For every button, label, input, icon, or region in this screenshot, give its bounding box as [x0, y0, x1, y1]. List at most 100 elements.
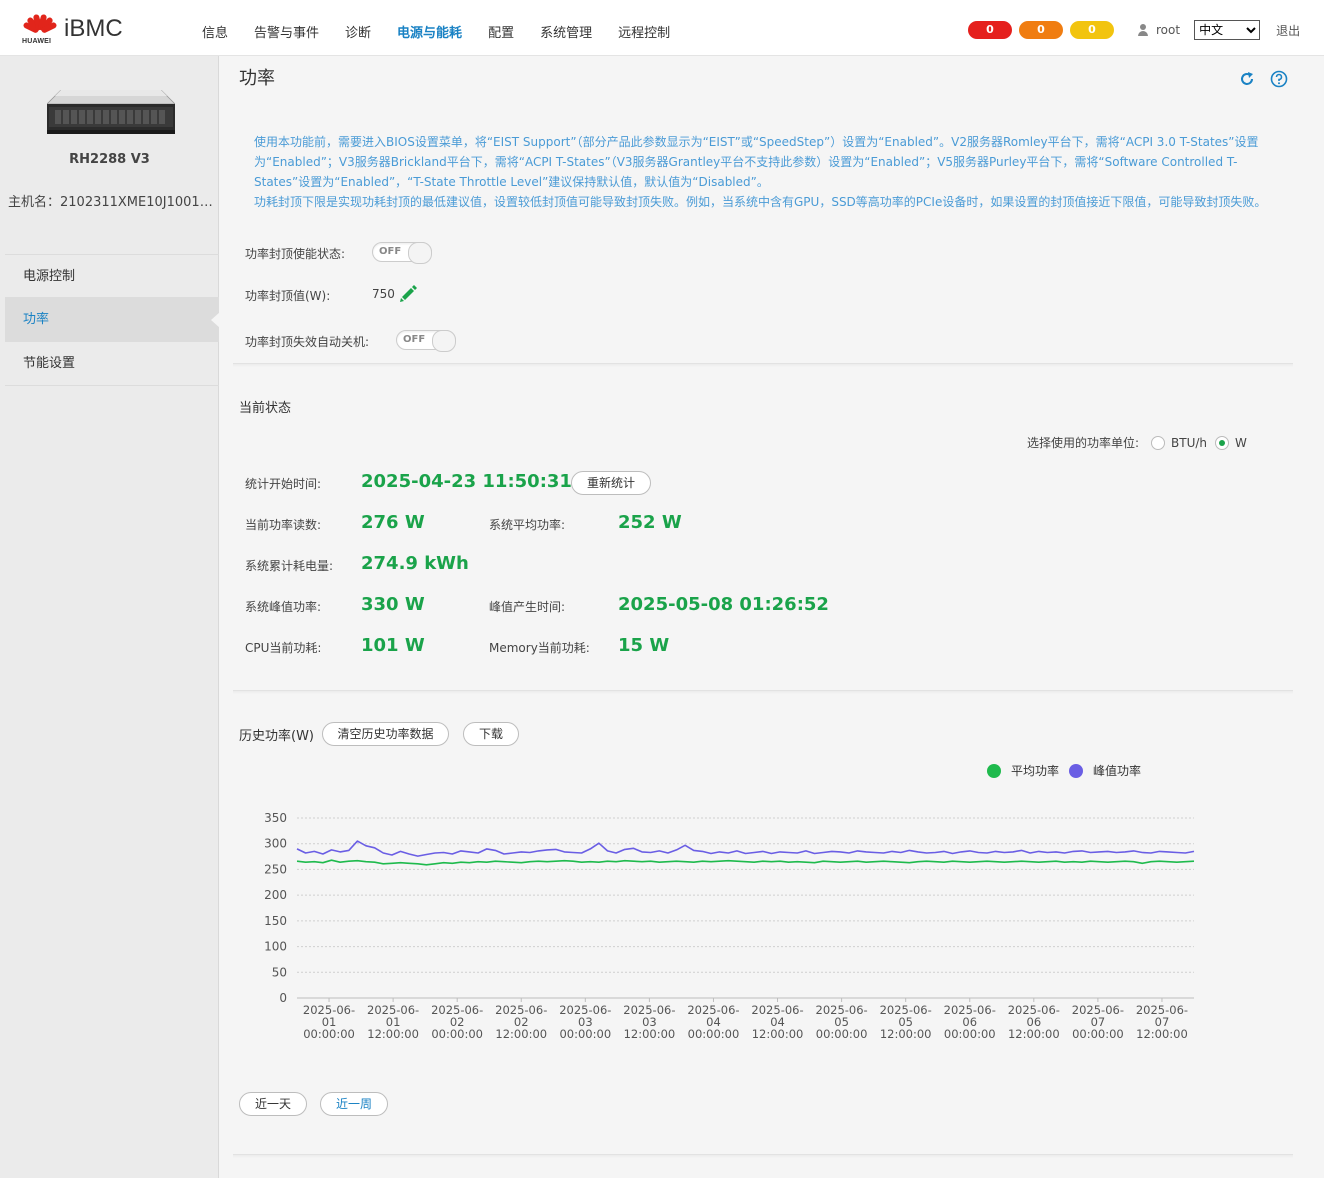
bios-notice-text: 使用本功能前，需要进入BIOS设置菜单，将“EIST Support”（部分产品… [254, 135, 1259, 189]
x-tick-label: 12:00:00 [1136, 1027, 1188, 1041]
nav-item-system[interactable]: 系统管理 [540, 22, 592, 41]
avg-power-label: 系统平均功率: [489, 518, 566, 532]
sidebar-item-energy-saving[interactable]: 节能设置 [5, 342, 219, 386]
section-divider [233, 363, 1293, 367]
capping-enable-toggle[interactable]: OFF [372, 242, 432, 264]
major-alarm-badge[interactable]: 0 [1019, 21, 1063, 39]
memory-power-value: 15 W [618, 635, 670, 656]
y-tick-label: 150 [264, 914, 287, 928]
x-tick-label: 12:00:00 [495, 1027, 547, 1041]
current-power-value: 276 W [361, 512, 425, 533]
section-divider [233, 1154, 1293, 1158]
memory-power-label: Memory当前功耗: [489, 641, 590, 655]
language-select[interactable]: 中文 [1194, 20, 1261, 40]
user-area: root 中文 退出 [1136, 20, 1300, 40]
radio-btu-label: BTU/h [1171, 435, 1208, 450]
recount-button[interactable]: 重新统计 [571, 471, 651, 495]
nav-item-info[interactable]: 信息 [202, 22, 228, 41]
critical-alarm-badge[interactable]: 0 [968, 21, 1012, 39]
legend-peak-dot [1069, 763, 1084, 778]
edit-pencil-icon[interactable] [398, 284, 418, 304]
brand-text: HUAWEI [22, 38, 52, 45]
chart-legend: 平均功率 峰值功率 [987, 762, 1141, 779]
clear-history-button[interactable]: 清空历史功率数据 [322, 722, 449, 746]
nav-item-alarms[interactable]: 告警与事件 [254, 22, 319, 41]
download-button[interactable]: 下载 [463, 722, 519, 746]
capping-shutdown-toggle[interactable]: OFF [396, 330, 456, 352]
sidebar-item-power[interactable]: 功率 [5, 298, 220, 342]
x-tick-label: 00:00:00 [688, 1027, 740, 1041]
legend-peak-label[interactable]: 峰值功率 [1093, 762, 1141, 779]
minor-alarm-badge[interactable]: 0 [1070, 21, 1114, 39]
x-tick-label: 00:00:00 [1072, 1027, 1124, 1041]
capping-value: 750 [372, 287, 395, 301]
x-tick-label: 12:00:00 [624, 1027, 676, 1041]
host-name: 主机名：2102311XME10J10017... [8, 195, 214, 210]
power-unit-label: 选择使用的功率单位: [1027, 436, 1140, 450]
user-icon [1136, 23, 1150, 37]
server-model: RH2288 V3 [69, 152, 150, 167]
bios-notice: 使用本功能前，需要进入BIOS设置菜单，将“EIST Support”（部分产品… [254, 132, 1284, 212]
x-tick-label: 00:00:00 [431, 1027, 483, 1041]
avg-power-line [296, 859, 1195, 866]
radio-watt-label: W [1235, 435, 1247, 450]
peak-time-value: 2025-05-08 01:26:52 [618, 594, 829, 615]
x-tick-label: 00:00:00 [944, 1027, 996, 1041]
refresh-icon[interactable] [1238, 70, 1256, 88]
current-power-label: 当前功率读数: [245, 518, 322, 532]
app-title: iBMC [64, 15, 123, 42]
section-divider [233, 690, 1293, 694]
y-tick-label: 100 [264, 940, 287, 954]
peak-time-label: 峰值产生时间: [489, 600, 566, 614]
y-tick-label: 250 [264, 862, 287, 876]
main-content: 功率 使用本功能前，需要进入BIOS设置菜单，将“EIST Support”（部… [219, 56, 1324, 1178]
nav-item-config[interactable]: 配置 [488, 22, 514, 41]
y-tick-label: 200 [264, 888, 287, 902]
x-tick-label: 00:00:00 [559, 1027, 611, 1041]
y-tick-label: 350 [264, 811, 287, 825]
capping-notice-text: 功耗封顶下限是实现功耗封顶的最低建议值，设置较低封顶值可能导致封顶失败。例如，当… [254, 195, 1267, 209]
peak-power-label: 系统峰值功率: [245, 600, 322, 614]
peak-power-value: 330 W [361, 594, 425, 615]
x-tick-label: 12:00:00 [752, 1027, 804, 1041]
range-day-button[interactable]: 近一天 [239, 1092, 307, 1116]
logout-link[interactable]: 退出 [1276, 22, 1300, 39]
legend-avg-label[interactable]: 平均功率 [1011, 762, 1059, 779]
help-icon[interactable] [1270, 70, 1288, 88]
avg-power-value: 252 W [618, 512, 682, 533]
x-tick-label: 00:00:00 [303, 1027, 355, 1041]
sidebar-item-power-control[interactable]: 电源控制 [5, 254, 219, 298]
user-name[interactable]: root [1156, 23, 1180, 37]
energy-value: 274.9 kWh [361, 553, 469, 574]
cpu-power-label: CPU当前功耗: [245, 641, 322, 655]
top-header: HUAWEI iBMC 信息 告警与事件 诊断 电源与能耗 配置 系统管理 远程… [0, 0, 1324, 56]
capping-shutdown-state: OFF [403, 334, 426, 345]
nav-item-power[interactable]: 电源与能耗 [397, 22, 462, 41]
capping-value-label: 功率封顶值(W): [245, 289, 331, 303]
main-nav: 信息 告警与事件 诊断 电源与能耗 配置 系统管理 远程控制 [202, 22, 696, 41]
y-tick-label: 300 [264, 837, 287, 851]
huawei-flower-icon: HUAWEI [22, 12, 58, 48]
x-tick-label: 12:00:00 [367, 1027, 419, 1041]
x-tick-label: 12:00:00 [880, 1027, 932, 1041]
page-title: 功率 [239, 68, 275, 89]
y-tick-label: 0 [279, 991, 287, 1005]
huawei-logo: HUAWEI iBMC [22, 12, 123, 48]
x-tick-label: 12:00:00 [1008, 1027, 1060, 1041]
legend-avg-dot [987, 763, 1001, 778]
radio-btu[interactable] [1151, 435, 1166, 450]
current-status-title: 当前状态 [239, 401, 292, 416]
server-image [47, 90, 175, 134]
capping-shutdown-label: 功率封顶失效自动关机: [245, 335, 370, 349]
radio-watt[interactable] [1215, 435, 1230, 450]
start-time-value: 2025-04-23 11:50:31 [361, 471, 572, 492]
start-time-label: 统计开始时间: [245, 477, 322, 491]
power-unit-select: 选择使用的功率单位: BTU/h W [1027, 434, 1247, 451]
y-tick-label: 50 [272, 965, 287, 979]
cpu-power-value: 101 W [361, 635, 425, 656]
range-week-button[interactable]: 近一周 [320, 1092, 388, 1116]
nav-item-diagnose[interactable]: 诊断 [345, 22, 371, 41]
energy-label: 系统累计耗电量: [245, 559, 334, 573]
side-menu: 电源控制 功率 节能设置 [5, 254, 220, 386]
nav-item-remote[interactable]: 远程控制 [618, 22, 670, 41]
